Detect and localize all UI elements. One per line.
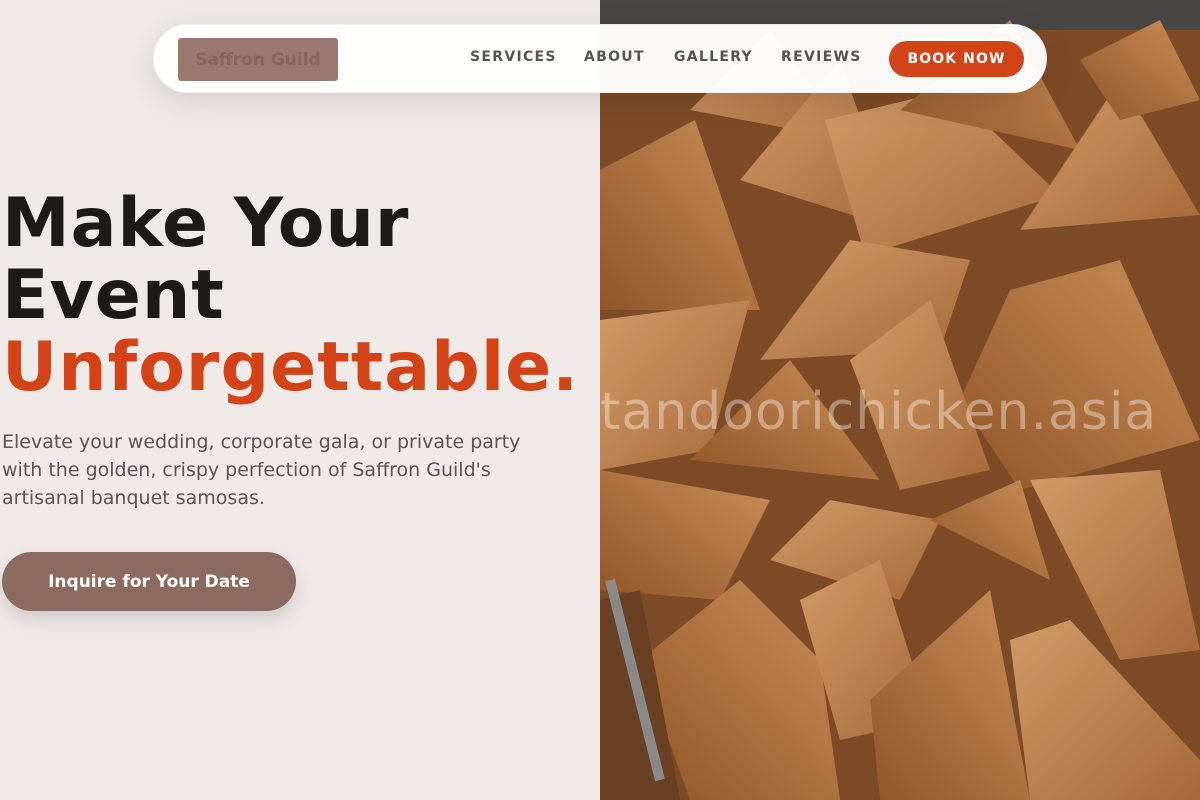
brand-logo[interactable]: Saffron Guild bbox=[178, 38, 338, 81]
nav-link-reviews[interactable]: REVIEWS bbox=[781, 49, 862, 65]
hero-image: tandoorichicken.asia bbox=[600, 0, 1200, 800]
book-now-button[interactable]: BOOK NOW bbox=[889, 41, 1024, 77]
nav-link-services[interactable]: SERVICES bbox=[470, 49, 557, 65]
inquire-button[interactable]: Inquire for Your Date bbox=[2, 552, 296, 611]
hero-title-accent: Unforgettable. bbox=[2, 328, 580, 407]
hero-left-panel: Make Your Event Unforgettable. Elevate y… bbox=[0, 0, 600, 800]
top-navbar: Saffron Guild SERVICES ABOUT GALLERY REV… bbox=[153, 24, 1047, 93]
hero-description: Elevate your wedding, corporate gala, or… bbox=[2, 431, 521, 509]
image-watermark: tandoorichicken.asia bbox=[600, 382, 1158, 442]
hero-title-line-1: Make Your bbox=[2, 184, 410, 263]
nav-link-about[interactable]: ABOUT bbox=[584, 49, 645, 65]
hero-title: Make Your Event Unforgettable. bbox=[2, 188, 579, 404]
hero-title-line-2: Event bbox=[2, 256, 225, 335]
nav-link-gallery[interactable]: GALLERY bbox=[674, 49, 753, 65]
